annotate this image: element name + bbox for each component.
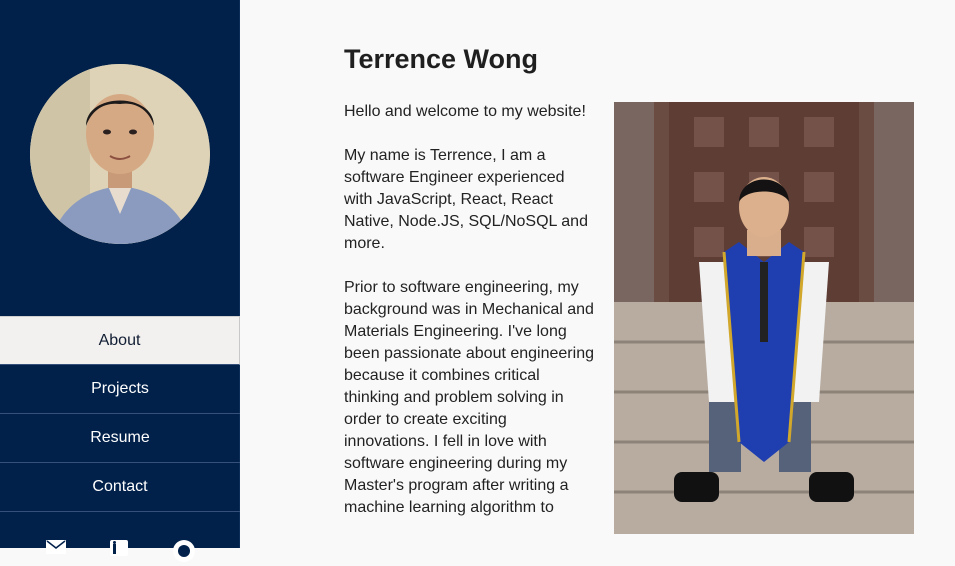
linkedin-icon[interactable]: [110, 540, 128, 560]
sidebar-nav: About Projects Resume Contact: [0, 316, 240, 512]
email-icon[interactable]: [46, 540, 66, 558]
profile-avatar: [30, 64, 210, 244]
avatar-portrait: [30, 64, 210, 244]
nav-item-resume[interactable]: Resume: [0, 414, 240, 463]
github-icon[interactable]: [173, 540, 195, 566]
bio-paragraph: My name is Terrence, I am a software Eng…: [344, 147, 588, 252]
page-title: Terrence Wong: [344, 44, 539, 74]
nav-item-label: Projects: [91, 380, 149, 397]
nav-item-label: Contact: [92, 478, 148, 495]
nav-item-about[interactable]: About: [0, 316, 240, 365]
nav-item-contact[interactable]: Contact: [0, 463, 240, 512]
main-content: Terrence Wong Hello and welcome to my we…: [241, 0, 955, 548]
graduation-photo-image: [614, 102, 914, 534]
bio-paragraph: Hello and welcome to my website!: [344, 103, 586, 120]
sidebar: About Projects Resume Contact: [0, 0, 240, 562]
nav-item-projects[interactable]: Projects: [0, 365, 240, 414]
social-links: [0, 540, 240, 562]
bio-paragraph: Prior to software engineering, my backgr…: [344, 279, 594, 516]
nav-item-label: About: [98, 332, 141, 349]
bio-text: Hello and welcome to my website! My name…: [344, 101, 594, 541]
graduation-photo: [614, 102, 914, 534]
nav-item-label: Resume: [90, 429, 150, 446]
